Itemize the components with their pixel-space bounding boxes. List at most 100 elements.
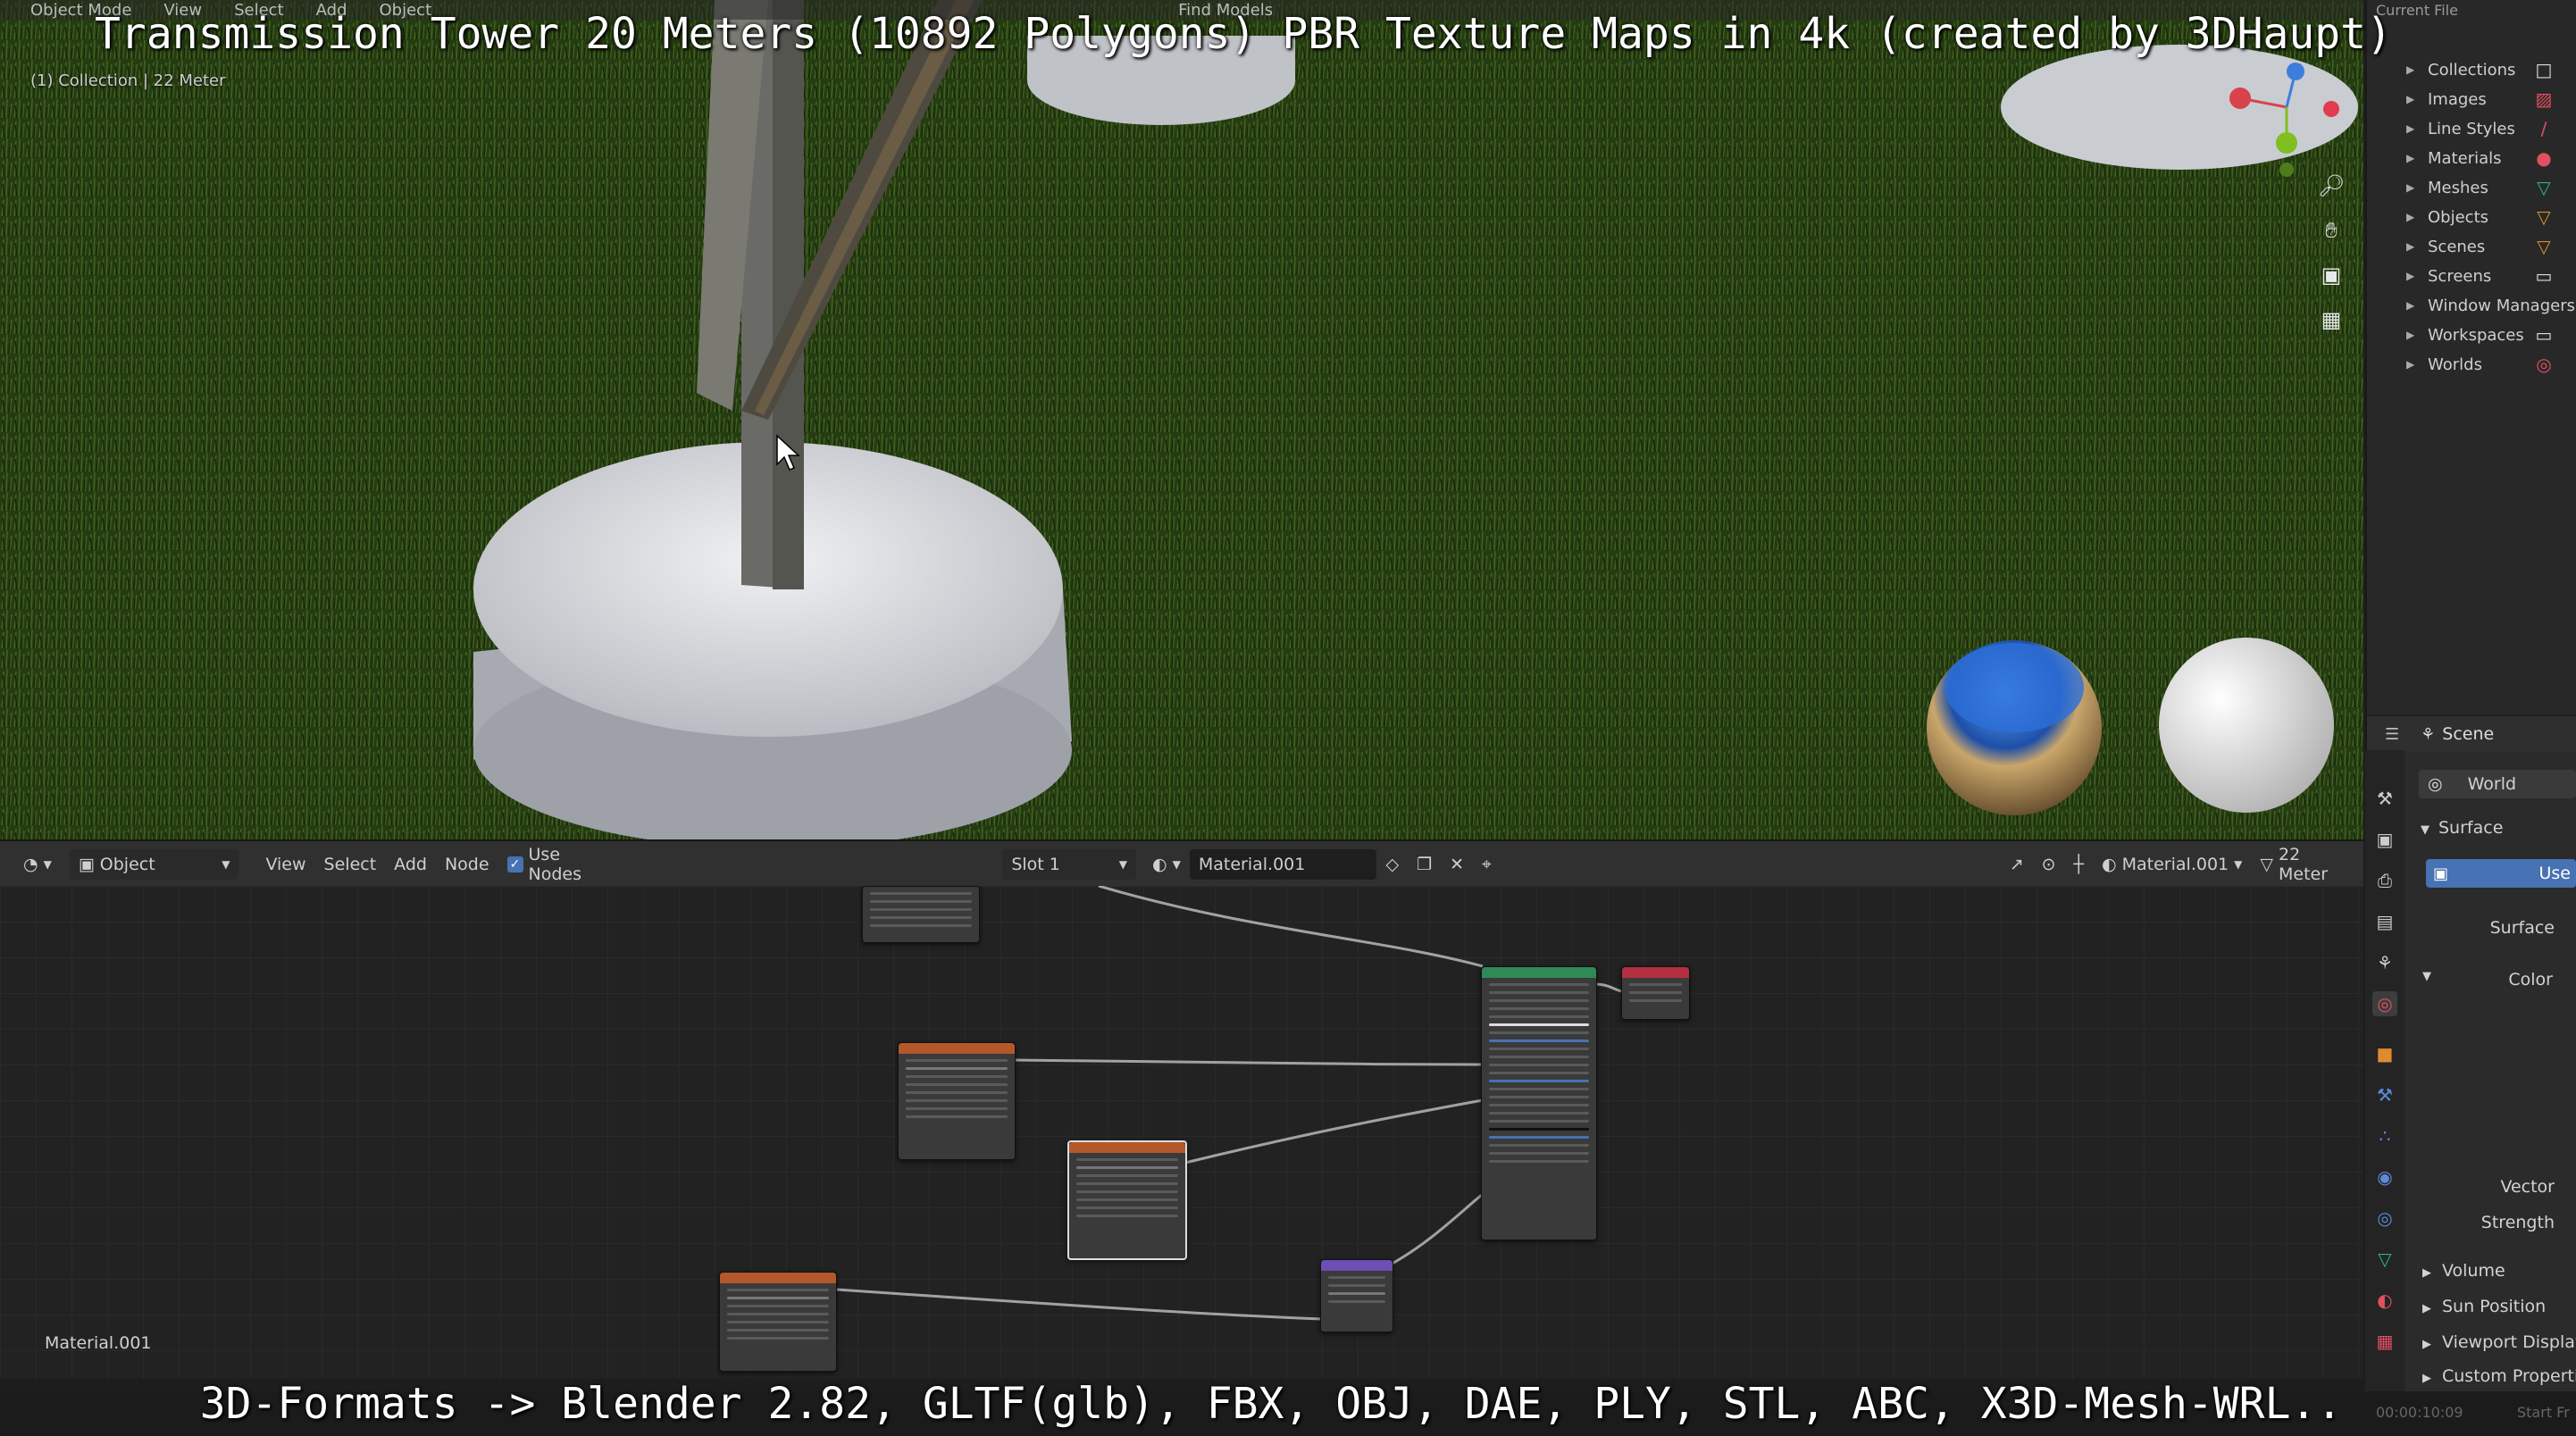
outliner-item-worlds[interactable]: ▶ Worlds ◎ bbox=[2367, 350, 2576, 379]
node-editor-header: ◔ ▼ ▣ Object ▼ View Select Add Node ✓ Use N… bbox=[0, 839, 2363, 888]
world-label: World bbox=[2467, 774, 2517, 794]
screen-icon: ▭ bbox=[2535, 265, 2553, 287]
nav-tools: 🔎︎ ✋︎ ▣ ▦ bbox=[2313, 170, 2349, 336]
output-tab-icon[interactable]: ⎙ bbox=[2372, 868, 2397, 893]
outliner-item-scenes[interactable]: ▶ Scenes ▽ bbox=[2367, 232, 2576, 261]
navigation-gizmo[interactable] bbox=[2215, 63, 2349, 188]
header-object-label: ▽ 22 Meter bbox=[2260, 845, 2329, 884]
header-material-label: ◐ Material.001 ▼ bbox=[2102, 855, 2243, 874]
zoom-icon[interactable]: 🔎︎ bbox=[2315, 170, 2347, 202]
normal-map-node[interactable] bbox=[1320, 1259, 1393, 1332]
physics-tab-icon[interactable]: ◉ bbox=[2372, 1165, 2397, 1190]
outliner-panel: Current File ▶ Collections □ ▶ Images ▨ ▶ Lin… bbox=[2365, 0, 2576, 714]
properties-tabs: ⚒ ▣ ⎙ ▤ ⚘ ◎ ■ ⚒ ∴ ◉ ◎ ▽ ◐ ▦ bbox=[2365, 750, 2405, 1391]
hand-pan-icon[interactable]: ✋︎ bbox=[2315, 214, 2347, 246]
unlink-icon[interactable]: ✕ bbox=[1441, 849, 1473, 880]
outliner-item-window-managers[interactable]: ▶ Window Managers bbox=[2367, 291, 2576, 320]
surface-section-header[interactable]: ▼ Surface bbox=[2421, 818, 2576, 838]
outliner-item-meshes[interactable]: ▶ Meshes ▽ bbox=[2367, 173, 2576, 202]
duplicate-icon[interactable]: ❐ bbox=[1408, 849, 1441, 880]
fake-user-icon[interactable]: ◇ bbox=[1376, 849, 1408, 880]
collection-icon: □ bbox=[2535, 59, 2553, 80]
world-selector[interactable]: ◎ World bbox=[2419, 770, 2576, 798]
image-texture-node-3[interactable] bbox=[719, 1272, 837, 1372]
tool-tab-icon[interactable]: ⚒ bbox=[2372, 786, 2397, 811]
pin-icon[interactable]: ⌖ bbox=[1473, 849, 1501, 880]
scene-label: Scene bbox=[2442, 724, 2495, 744]
image-texture-node-1[interactable] bbox=[898, 1042, 1016, 1160]
properties-header: ☰ ⚘ Scene bbox=[2367, 716, 2576, 752]
color-row[interactable]: ▼ Color bbox=[2422, 970, 2553, 989]
texture-tab-icon[interactable]: ▦ bbox=[2372, 1329, 2397, 1354]
linestyle-icon: ∕ bbox=[2540, 118, 2547, 139]
viewport-display-section[interactable]: ▶ Viewport Display bbox=[2422, 1332, 2576, 1352]
camera-icon[interactable]: ▣ bbox=[2315, 259, 2347, 291]
object-icon: ▽ bbox=[2537, 206, 2551, 228]
constraints-tab-icon[interactable]: ◎ bbox=[2372, 1206, 2397, 1231]
view-layer-tab-icon[interactable]: ▤ bbox=[2372, 909, 2397, 934]
view-menu[interactable]: View bbox=[256, 849, 314, 880]
world-icon: ◎ bbox=[2428, 774, 2443, 794]
world-icon: ◎ bbox=[2536, 354, 2552, 375]
scene-icon: ▽ bbox=[2537, 236, 2551, 257]
surface-label: Surface bbox=[2489, 918, 2555, 938]
data-tab-icon[interactable]: ▽ bbox=[2372, 1247, 2397, 1272]
add-menu[interactable]: Add bbox=[385, 849, 436, 880]
image-icon: ▨ bbox=[2535, 88, 2553, 110]
grid-icon[interactable]: ▦ bbox=[2315, 304, 2347, 336]
material-tab-icon[interactable]: ◐ bbox=[2372, 1288, 2397, 1313]
mesh-icon: ▽ bbox=[2537, 177, 2551, 198]
volume-section[interactable]: ▶ Volume bbox=[2422, 1261, 2576, 1281]
viewport-scene bbox=[0, 0, 2363, 839]
node-links bbox=[836, 886, 1622, 1321]
select-menu[interactable]: Select bbox=[315, 849, 386, 880]
object-type-dropdown[interactable]: ▣ Object ▼ bbox=[69, 849, 239, 880]
snap-settings-icon[interactable]: ┼ bbox=[2065, 849, 2093, 880]
outliner-item-objects[interactable]: ▶ Objects ▽ bbox=[2367, 203, 2576, 231]
mesh-icon: ▽ bbox=[2260, 855, 2273, 874]
node-menu[interactable]: Node bbox=[436, 849, 498, 880]
workspace-icon: ▭ bbox=[2535, 324, 2553, 346]
editor-type-button[interactable]: ◔ ▼ bbox=[14, 849, 61, 880]
outliner-item-materials[interactable]: ▶ Materials ● bbox=[2367, 144, 2576, 172]
3d-viewport[interactable]: Object Mode View Select Add Object Find … bbox=[0, 0, 2363, 839]
outliner-item-line-styles[interactable]: ▶ Line Styles ∕ bbox=[2367, 114, 2576, 143]
sun-position-section[interactable]: ▶ Sun Position bbox=[2422, 1297, 2576, 1316]
formats-caption: 3D-Formats -> Blender 2.82, GLTF(glb), F… bbox=[199, 1379, 2343, 1429]
use-nodes-toggle[interactable]: ✓ Use Nodes bbox=[498, 845, 628, 884]
window-icon bbox=[2533, 295, 2555, 316]
image-texture-node-2[interactable] bbox=[1067, 1140, 1187, 1260]
world-tab-icon[interactable]: ◎ bbox=[2372, 991, 2397, 1016]
active-material-label: Material.001 bbox=[45, 1333, 152, 1353]
use-nodes-button[interactable]: ▣ Use bbox=[2426, 859, 2576, 888]
title-caption: Transmission Tower 20 Meters (10892 Poly… bbox=[95, 9, 2392, 59]
parent-node-icon[interactable]: ↗ bbox=[2001, 849, 2033, 880]
material-name-field[interactable]: Material.001 bbox=[1189, 849, 1377, 880]
material-icon: ● bbox=[2536, 147, 2552, 169]
viewport-info: (1) Collection | 22 Meter bbox=[30, 71, 226, 90]
outliner-item-images[interactable]: ▶ Images ▨ bbox=[2367, 85, 2576, 113]
object-tab-icon[interactable]: ■ bbox=[2372, 1041, 2397, 1066]
editor-type-icon[interactable]: ☰ bbox=[2385, 725, 2399, 744]
material-browse-button[interactable]: ◐ ▼ bbox=[1143, 849, 1190, 880]
snap-icon[interactable]: ⊙ bbox=[2033, 849, 2065, 880]
checkbox-icon: ✓ bbox=[506, 856, 523, 872]
object-icon: ▣ bbox=[78, 855, 95, 874]
outliner-item-screens[interactable]: ▶ Screens ▭ bbox=[2367, 262, 2576, 290]
material-output-node[interactable] bbox=[1621, 966, 1690, 1020]
material-icon: ◐ bbox=[1152, 855, 1167, 874]
modifier-tab-icon[interactable]: ⚒ bbox=[2372, 1082, 2397, 1107]
texture-node-top[interactable] bbox=[862, 886, 980, 943]
outliner-item-workspaces[interactable]: ▶ Workspaces ▭ bbox=[2367, 321, 2576, 349]
principled-bsdf-node[interactable] bbox=[1481, 966, 1597, 1240]
scene-tab-icon[interactable]: ⚘ bbox=[2372, 950, 2397, 975]
strength-label: Strength bbox=[2480, 1213, 2555, 1232]
particles-tab-icon[interactable]: ∴ bbox=[2372, 1123, 2397, 1148]
scene-icon: ⚘ bbox=[2421, 724, 2436, 744]
render-tab-icon[interactable]: ▣ bbox=[2372, 827, 2397, 852]
outliner-item-collections[interactable]: ▶ Collections □ bbox=[2367, 55, 2576, 84]
node-editor-icon: ◔ bbox=[23, 855, 38, 874]
node-icon: ▣ bbox=[2433, 864, 2449, 883]
slot-dropdown[interactable]: Slot 1 ▼ bbox=[1002, 849, 1137, 880]
node-editor-canvas[interactable] bbox=[0, 886, 2363, 1379]
